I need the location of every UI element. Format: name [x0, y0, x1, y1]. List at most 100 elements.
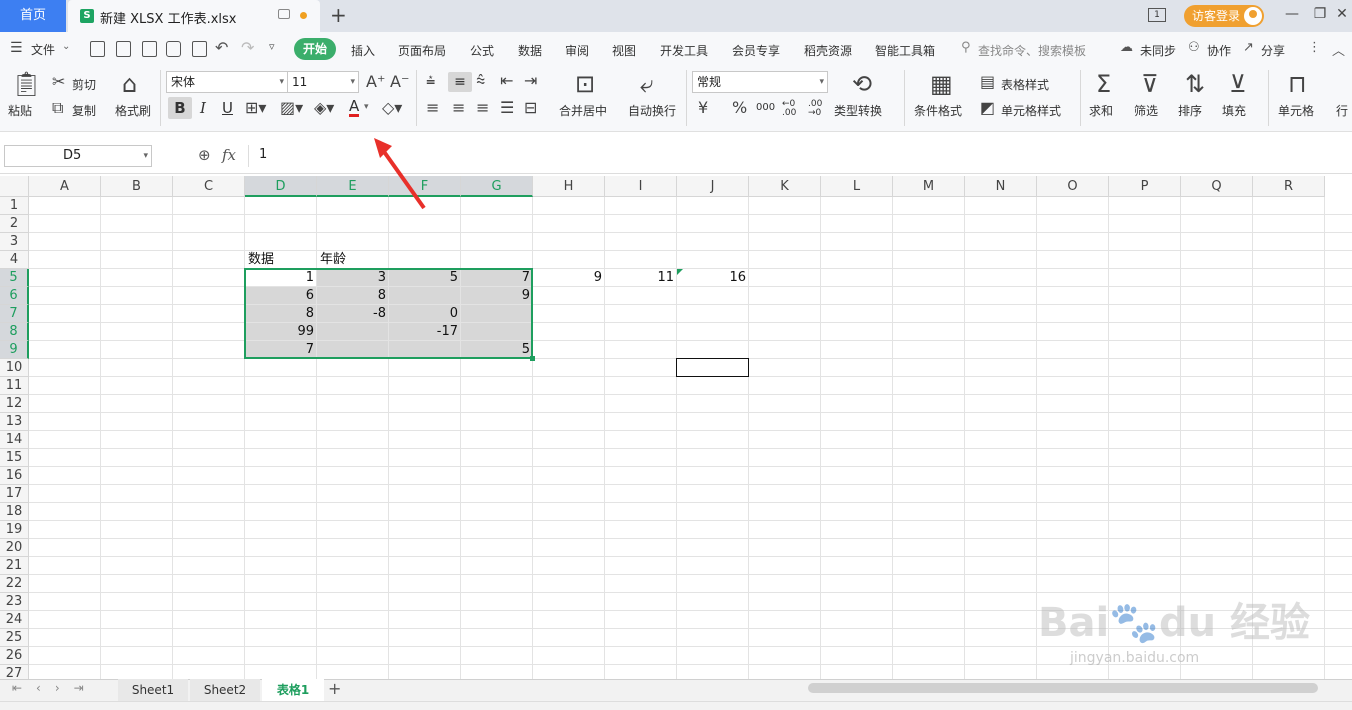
- tab-view[interactable]: 视图: [612, 42, 636, 59]
- cell-i5[interactable]: 11: [605, 269, 677, 287]
- font-color-button[interactable]: A: [349, 99, 360, 117]
- column-header-m[interactable]: M: [893, 176, 965, 197]
- row-header-25[interactable]: 25: [0, 629, 29, 647]
- increase-decimal-icon[interactable]: ←0.00: [782, 100, 796, 118]
- collab-button[interactable]: 协作: [1207, 42, 1231, 59]
- underline-button[interactable]: U: [222, 99, 233, 117]
- minimize-icon[interactable]: —: [1282, 6, 1302, 22]
- sum-button[interactable]: 求和: [1089, 102, 1113, 119]
- copy-icon[interactable]: ⧉: [52, 100, 63, 116]
- row-header-22[interactable]: 22: [0, 575, 29, 593]
- clear-format-icon[interactable]: ◇▾: [382, 100, 402, 116]
- column-header-d[interactable]: D: [245, 176, 317, 197]
- tab-review[interactable]: 审阅: [565, 42, 589, 59]
- conditional-format-icon[interactable]: ▦: [930, 72, 953, 96]
- sort-icon[interactable]: ⇅: [1185, 72, 1205, 96]
- sum-icon[interactable]: Σ: [1096, 72, 1111, 96]
- cut-button[interactable]: 剪切: [72, 76, 96, 93]
- tab-smart-tools[interactable]: 智能工具箱: [875, 42, 935, 59]
- row-header-23[interactable]: 23: [0, 593, 29, 611]
- row-header-9[interactable]: 9: [0, 341, 29, 359]
- close-icon[interactable]: ✕: [1332, 6, 1352, 22]
- justify-icon[interactable]: ☰: [500, 100, 514, 116]
- column-header-h[interactable]: H: [533, 176, 605, 197]
- row-header-12[interactable]: 12: [0, 395, 29, 413]
- row-header-13[interactable]: 13: [0, 413, 29, 431]
- more-icon[interactable]: ⋮: [1308, 40, 1321, 55]
- tab-docer[interactable]: 稻壳资源: [804, 42, 852, 59]
- home-tab[interactable]: 首页: [0, 0, 66, 32]
- tab-developer[interactable]: 开发工具: [660, 42, 708, 59]
- search-command-input[interactable]: 查找命令、搜索模板: [978, 42, 1086, 59]
- column-header-k[interactable]: K: [749, 176, 821, 197]
- row-header-7[interactable]: 7: [0, 305, 29, 323]
- copy-button[interactable]: 复制: [72, 102, 96, 119]
- thousands-button[interactable]: 000: [756, 102, 775, 113]
- file-tab[interactable]: S 新建 XLSX 工作表.xlsx: [68, 0, 320, 32]
- merge-center-button[interactable]: 合并居中: [559, 102, 607, 119]
- pin-icon[interactable]: [278, 9, 290, 19]
- decrease-decimal-icon[interactable]: .00 →0: [808, 100, 822, 118]
- column-header-i[interactable]: I: [605, 176, 677, 197]
- print-preview-icon[interactable]: [192, 41, 207, 57]
- currency-button[interactable]: ¥: [698, 100, 708, 116]
- row-header-5[interactable]: 5: [0, 269, 29, 287]
- conditional-format-button[interactable]: 条件格式: [914, 102, 962, 119]
- cell-j5[interactable]: 16: [677, 269, 749, 287]
- bold-button[interactable]: B: [168, 97, 192, 119]
- column-header-q[interactable]: Q: [1181, 176, 1253, 197]
- row-header-11[interactable]: 11: [0, 377, 29, 395]
- row-header-21[interactable]: 21: [0, 557, 29, 575]
- restore-icon[interactable]: ❐: [1310, 6, 1330, 22]
- file-menu[interactable]: 文件: [31, 41, 55, 58]
- filter-button[interactable]: 筛选: [1134, 102, 1158, 119]
- login-button[interactable]: 访客登录: [1184, 5, 1264, 27]
- fill-icon[interactable]: ⊻: [1229, 72, 1247, 96]
- filter-icon[interactable]: ⊽: [1141, 72, 1159, 96]
- zoom-search-icon[interactable]: ⊕: [198, 146, 211, 164]
- tab-formula[interactable]: 公式: [470, 42, 494, 59]
- font-grow-icon[interactable]: A⁺: [366, 74, 385, 90]
- new-tab-button[interactable]: +: [330, 3, 347, 27]
- align-left-icon[interactable]: ≡: [426, 100, 439, 116]
- cut-icon[interactable]: ✂: [52, 74, 65, 90]
- align-bottom-icon[interactable]: ⩯: [476, 73, 485, 89]
- row-header-15[interactable]: 15: [0, 449, 29, 467]
- column-header-a[interactable]: A: [29, 176, 101, 197]
- cell-h5[interactable]: 9: [533, 269, 605, 287]
- collapse-ribbon-icon[interactable]: ︿: [1332, 40, 1345, 59]
- format-painter-icon[interactable]: ⌂: [122, 72, 137, 96]
- add-sheet-icon[interactable]: +: [328, 679, 341, 698]
- row-header-17[interactable]: 17: [0, 485, 29, 503]
- select-all-corner[interactable]: [0, 176, 29, 197]
- row-col-button[interactable]: 行: [1336, 102, 1348, 119]
- sync-status[interactable]: 未同步: [1140, 42, 1176, 59]
- tab-data[interactable]: 数据: [518, 42, 542, 59]
- sort-button[interactable]: 排序: [1178, 102, 1202, 119]
- type-convert-button[interactable]: 类型转换: [834, 102, 882, 119]
- row-header-14[interactable]: 14: [0, 431, 29, 449]
- cell-icon[interactable]: ⊓: [1288, 72, 1307, 96]
- new-file-icon[interactable]: [90, 41, 105, 57]
- undo-icon[interactable]: ↶: [215, 38, 228, 57]
- chevron-down-icon[interactable]: ▾: [364, 102, 369, 112]
- fill-handle[interactable]: [530, 356, 535, 361]
- row-header-1[interactable]: 1: [0, 197, 29, 215]
- sheet-tab-active[interactable]: 表格1: [262, 679, 324, 701]
- align-center-icon[interactable]: ≡: [452, 100, 465, 116]
- name-box[interactable]: D5: [4, 145, 152, 167]
- tab-member[interactable]: 会员专享: [732, 42, 780, 59]
- indent-decrease-icon[interactable]: ⇤: [500, 73, 513, 89]
- save-icon[interactable]: [116, 41, 131, 57]
- column-header-o[interactable]: O: [1037, 176, 1109, 197]
- row-header-27[interactable]: 27: [0, 665, 29, 679]
- column-header-g[interactable]: G: [461, 176, 533, 197]
- align-top-icon[interactable]: ⩮: [426, 73, 435, 89]
- row-header-20[interactable]: 20: [0, 539, 29, 557]
- tab-insert[interactable]: 插入: [351, 42, 375, 59]
- row-header-4[interactable]: 4: [0, 251, 29, 269]
- merge-center-icon[interactable]: ⊡: [575, 72, 595, 96]
- sheet-nav-icon[interactable]: ⇤‹›⇥: [12, 681, 98, 695]
- column-header-n[interactable]: N: [965, 176, 1037, 197]
- export-pdf-icon[interactable]: [142, 41, 157, 57]
